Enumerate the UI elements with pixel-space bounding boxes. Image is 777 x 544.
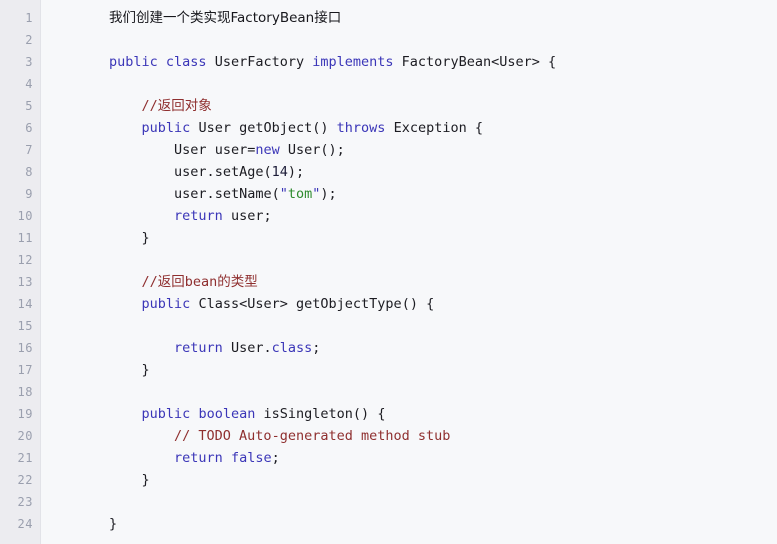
line-number: 11: [17, 231, 33, 245]
code-content-area[interactable]: 我们创建一个类实现FactoryBean接口 public class User…: [41, 0, 777, 544]
code-line[interactable]: return user;: [109, 205, 777, 227]
line-number: 20: [17, 429, 33, 443]
line-number: 5: [25, 99, 33, 113]
line-number: 8: [25, 165, 33, 179]
code-line[interactable]: }: [109, 359, 777, 381]
code-line[interactable]: return false;: [109, 447, 777, 469]
code-line[interactable]: return User.class;: [109, 337, 777, 359]
code-line[interactable]: //返回对象: [109, 95, 777, 117]
line-number: 10: [17, 209, 33, 223]
line-number: 14: [17, 297, 33, 311]
code-line[interactable]: }: [109, 469, 777, 491]
code-line[interactable]: public User getObject() throws Exception…: [109, 117, 777, 139]
line-number: 13: [17, 275, 33, 289]
code-line-blank[interactable]: [109, 491, 777, 513]
code-line[interactable]: //返回bean的类型: [109, 271, 777, 293]
code-line[interactable]: public Class<User> getObjectType() {: [109, 293, 777, 315]
line-number: 18: [17, 385, 33, 399]
line-number: 24: [17, 517, 33, 531]
line-number: 21: [17, 451, 33, 465]
code-editor[interactable]: 1 2 3 4 5 6 7 8 9 10 11 12 13 14 15 16 17 18 19 20 21 22 23 24 …: [0, 0, 777, 544]
code-line[interactable]: user.setName("tom");: [109, 183, 777, 205]
code-line[interactable]: public class UserFactory implements Fact…: [109, 51, 777, 73]
line-number: 1: [25, 11, 33, 25]
code-line[interactable]: }: [109, 227, 777, 249]
line-number: 15: [17, 319, 33, 333]
code-line[interactable]: }: [109, 513, 777, 535]
code-line-blank[interactable]: [109, 315, 777, 337]
line-number: 12: [17, 253, 33, 267]
line-number: 6: [25, 121, 33, 135]
line-number: 17: [17, 363, 33, 377]
code-line[interactable]: User user=new User();: [109, 139, 777, 161]
code-line-blank[interactable]: [109, 381, 777, 403]
code-line[interactable]: 我们创建一个类实现FactoryBean接口: [109, 7, 777, 29]
line-number: 7: [25, 143, 33, 157]
line-number: 4: [25, 77, 33, 91]
code-line-blank[interactable]: [109, 29, 777, 51]
code-line[interactable]: user.setAge(14);: [109, 161, 777, 183]
code-line-blank[interactable]: [109, 249, 777, 271]
line-number: 23: [17, 495, 33, 509]
code-line[interactable]: public boolean isSingleton() {: [109, 403, 777, 425]
line-number: 2: [25, 33, 33, 47]
line-number: 9: [25, 187, 33, 201]
line-number: 22: [17, 473, 33, 487]
code-line-blank[interactable]: [109, 73, 777, 95]
line-number-gutter: 1 2 3 4 5 6 7 8 9 10 11 12 13 14 15 16 17 18 19 20 21 22 23 24: [0, 0, 41, 544]
code-line[interactable]: // TODO Auto-generated method stub: [109, 425, 777, 447]
line-number: 19: [17, 407, 33, 421]
line-number: 16: [17, 341, 33, 355]
line-number: 3: [25, 55, 33, 69]
